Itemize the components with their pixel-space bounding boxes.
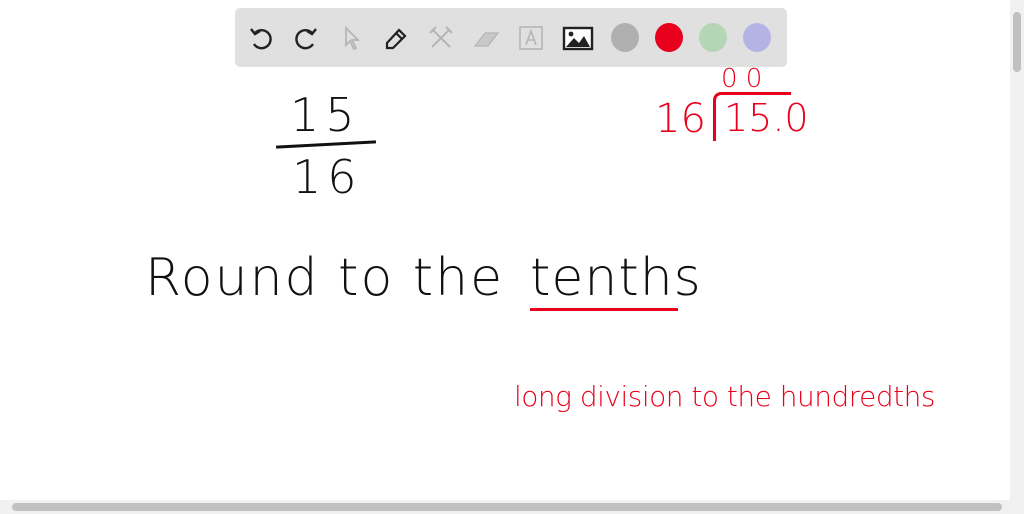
color-gray[interactable] [611,23,639,52]
eraser-icon[interactable] [472,24,500,52]
color-purple[interactable] [743,23,771,52]
long-division-note: long division to the hundredths [514,380,936,413]
division-dividend: 15.0 [724,96,809,140]
undo-icon[interactable] [247,24,275,52]
vertical-scrollbar[interactable] [1010,0,1024,500]
select-icon[interactable] [337,24,365,52]
vertical-scroll-thumb[interactable] [1013,12,1021,72]
color-green[interactable] [699,23,727,52]
pen-icon[interactable] [382,24,410,52]
fraction-denominator: 16 [292,150,363,204]
horizontal-scroll-thumb[interactable] [12,503,1002,511]
division-quotient: 0 0 [721,64,763,94]
instruction-text: Round to the [145,248,505,308]
keyword-underline [530,308,678,311]
redo-icon[interactable] [292,24,320,52]
tools-icon[interactable] [427,24,455,52]
division-divisor: 16 [655,96,706,142]
fraction-numerator: 15 [290,88,361,142]
horizontal-scrollbar[interactable] [0,500,1024,514]
color-red[interactable] [655,23,683,52]
text-icon[interactable] [517,24,545,52]
drawing-toolbar [235,8,787,67]
instruction-keyword: tenths [530,248,702,308]
image-icon[interactable] [562,24,594,52]
